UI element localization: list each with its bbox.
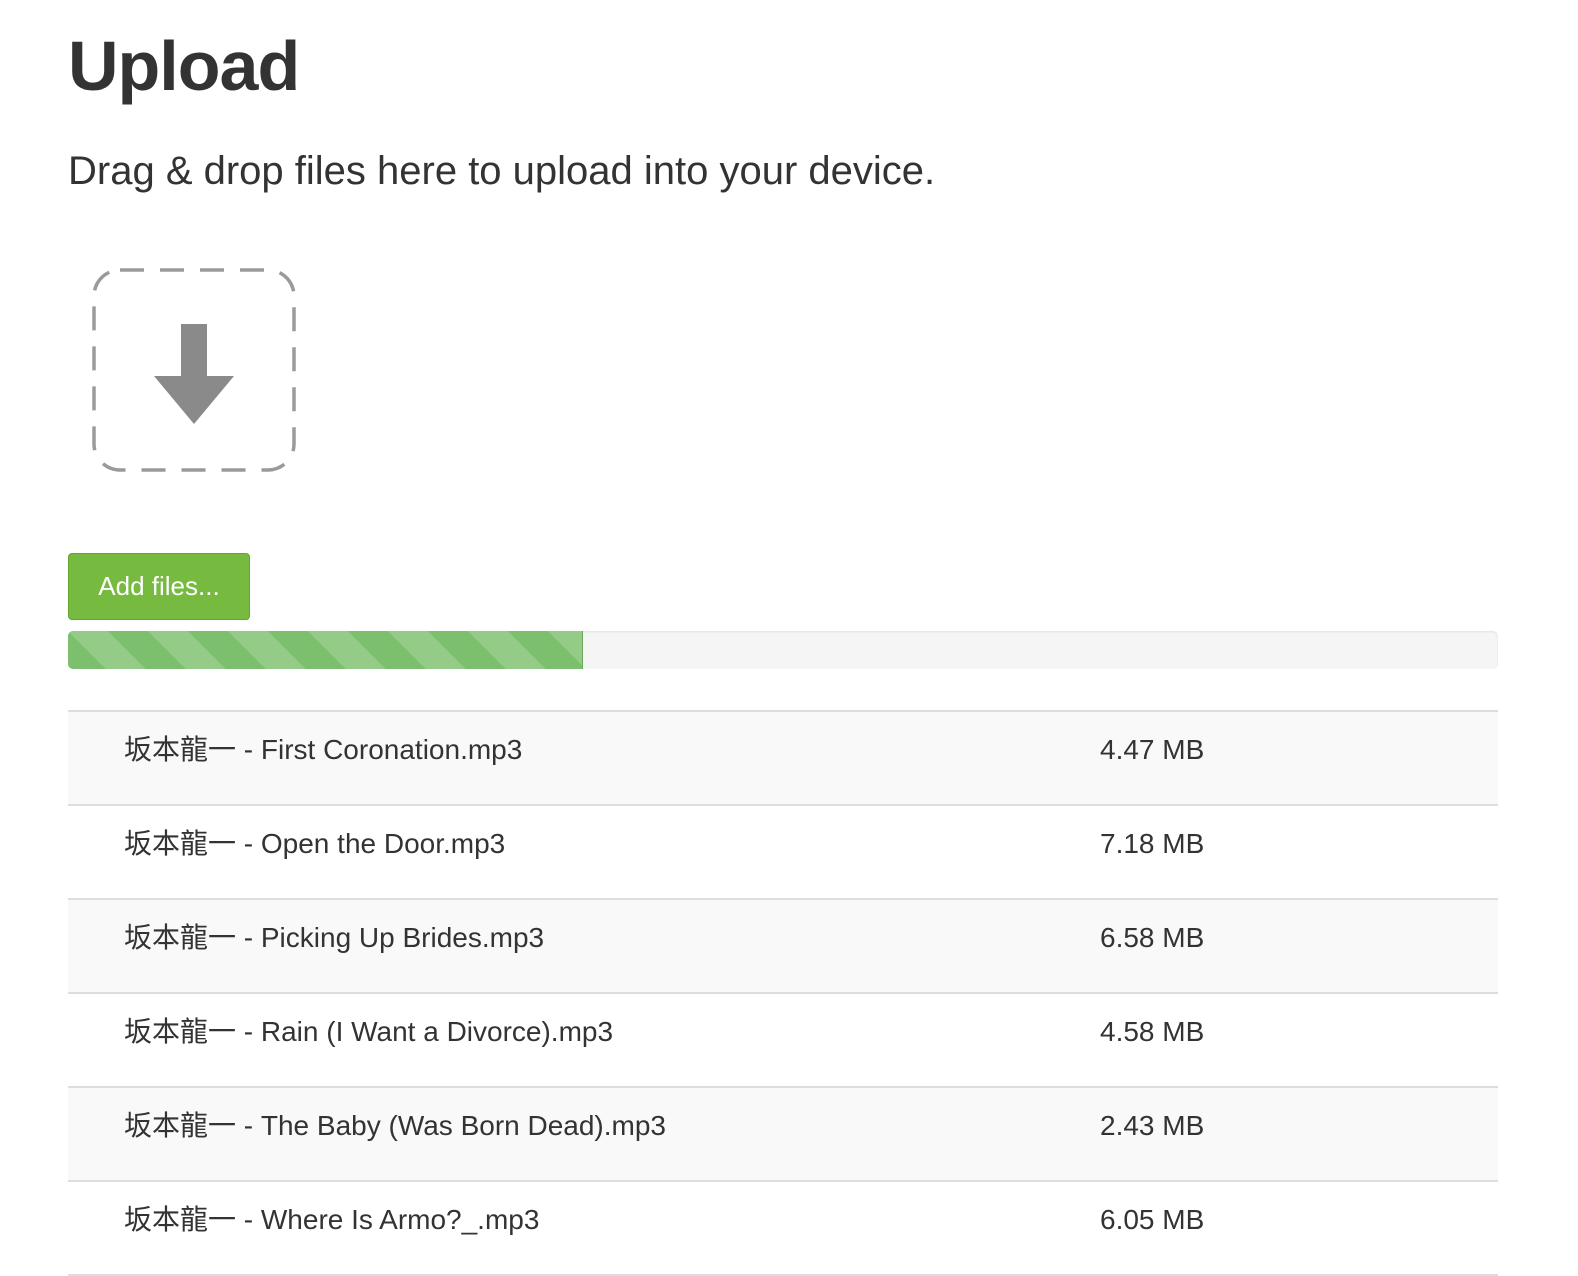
download-arrow-icon <box>92 268 296 472</box>
file-size: 4.58 MB <box>1100 1016 1205 1047</box>
file-row: 坂本龍一 - Picking Up Brides.mp3 6.58 MB <box>68 900 1498 994</box>
file-name: 坂本龍一 - First Coronation.mp3 <box>124 734 523 765</box>
file-size: 2.43 MB <box>1100 1110 1205 1141</box>
file-size: 7.18 MB <box>1100 828 1205 859</box>
upload-progress-bar <box>68 631 1498 669</box>
add-files-button[interactable]: Add files... <box>68 553 250 620</box>
file-name: 坂本龍一 - Where Is Armo?_.mp3 <box>124 1204 540 1235</box>
drop-zone[interactable] <box>92 268 296 472</box>
file-name: 坂本龍一 - Rain (I Want a Divorce).mp3 <box>124 1016 614 1047</box>
file-row: 坂本龍一 - First Coronation.mp3 4.47 MB <box>68 712 1498 806</box>
file-name: 坂本龍一 - The Baby (Was Born Dead).mp3 <box>124 1110 667 1141</box>
file-name: 坂本龍一 - Picking Up Brides.mp3 <box>124 922 545 953</box>
page-title: Upload <box>68 27 300 105</box>
file-name: 坂本龍一 - Open the Door.mp3 <box>124 828 506 859</box>
file-size: 6.58 MB <box>1100 922 1205 953</box>
file-size: 6.05 MB <box>1100 1204 1205 1235</box>
file-row: 坂本龍一 - The Baby (Was Born Dead).mp3 2.43 … <box>68 1088 1498 1182</box>
file-row: 坂本龍一 - Rain (I Want a Divorce).mp3 4.58 M… <box>68 994 1498 1088</box>
file-list: 坂本龍一 - First Coronation.mp3 4.47 MB 坂本龍一 -… <box>68 710 1498 1276</box>
file-row: 坂本龍一 - Open the Door.mp3 7.18 MB <box>68 806 1498 900</box>
file-row: 坂本龍一 - Where Is Armo?_.mp3 6.05 MB <box>68 1182 1498 1276</box>
file-size: 4.47 MB <box>1100 734 1205 765</box>
page-subtitle: Drag & drop files here to upload into yo… <box>68 149 936 193</box>
upload-progress-fill <box>68 631 583 669</box>
